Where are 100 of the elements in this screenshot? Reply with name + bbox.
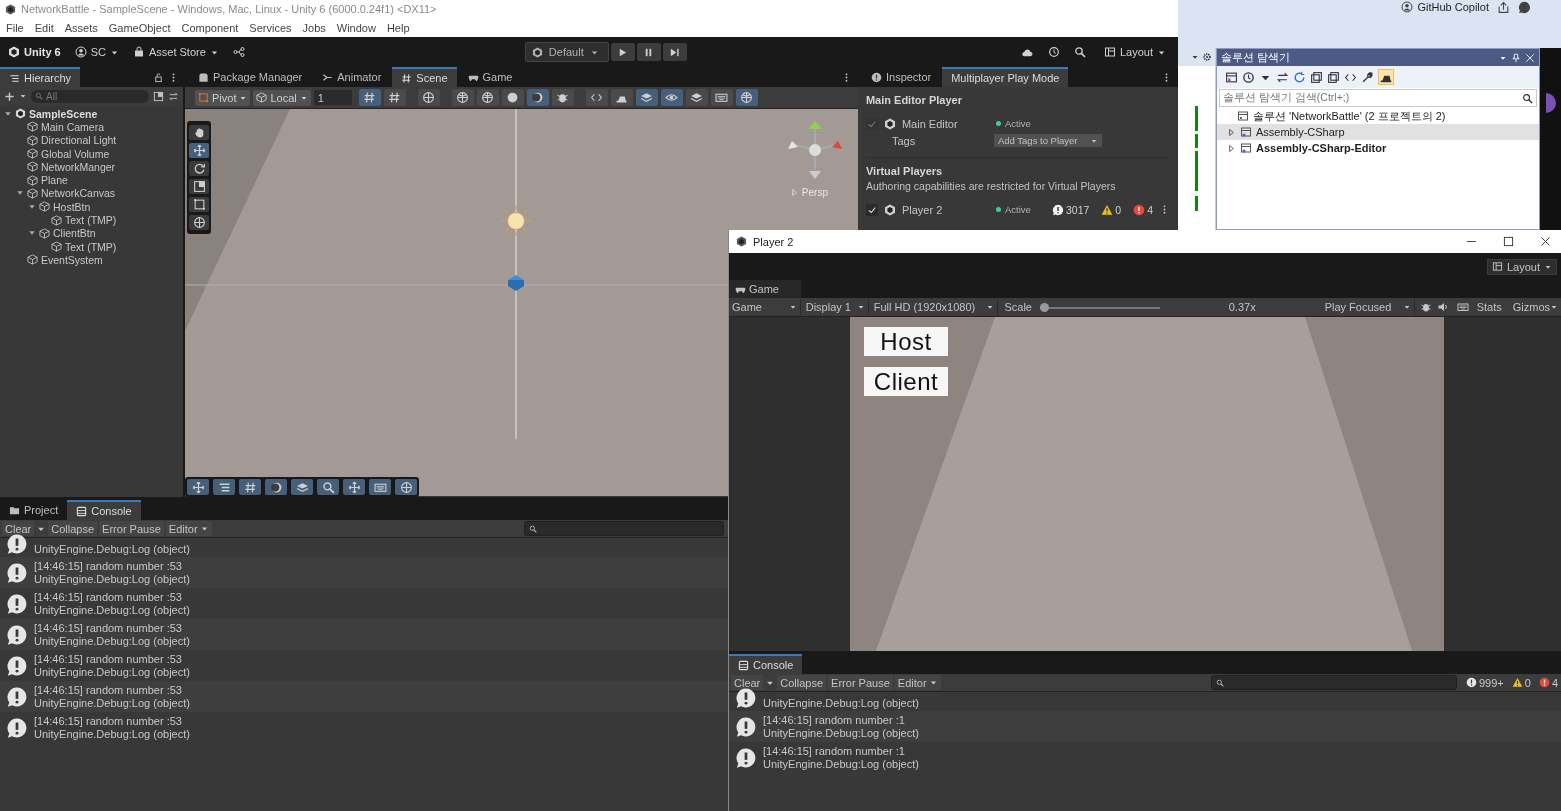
hierarchy-item[interactable]: Directional Light xyxy=(16,133,183,147)
search-field[interactable] xyxy=(523,521,724,536)
tab[interactable]: Project xyxy=(0,500,68,520)
move-icon[interactable] xyxy=(189,143,209,158)
asset-store-dropdown[interactable]: Asset Store xyxy=(132,46,219,58)
solution-icon[interactable] xyxy=(1225,70,1238,84)
search-field[interactable] xyxy=(1210,675,1457,690)
tab[interactable]: Game xyxy=(729,280,801,298)
history-icon[interactable] xyxy=(1047,46,1060,58)
search-icon[interactable] xyxy=(1073,46,1086,58)
log-entry[interactable]: [14:46:15] random number :53 UnityEngine.Debug:Log (object) xyxy=(0,712,728,743)
pin-icon[interactable] xyxy=(1511,52,1521,63)
log-entry[interactable]: [14:46:15] random number :53 UnityEngine.Debug:Log (object) xyxy=(0,557,728,588)
tab[interactable]: Package Manager xyxy=(189,67,312,87)
account-dropdown[interactable]: SC xyxy=(74,46,119,58)
search-field[interactable]: 솔루션 탐색기 검색(Ctrl+;) xyxy=(1219,89,1537,107)
gizmos-dropdown[interactable]: Gizmos xyxy=(1509,299,1561,315)
hierarchy-item[interactable]: Text (TMP) xyxy=(40,239,183,254)
scale-icon[interactable] xyxy=(189,179,209,194)
bug-icon[interactable] xyxy=(551,89,574,106)
search-icon[interactable] xyxy=(317,479,339,495)
log-count[interactable]: 999+ xyxy=(1462,676,1507,689)
hierarchy-item[interactable]: Plane xyxy=(16,173,183,187)
log-entry[interactable]: [14:46:15] random number :53 UnityEngine.Debug:Log (object) xyxy=(0,650,728,681)
view-dropdown[interactable]: Game xyxy=(729,299,801,315)
toolbar-button[interactable]: Error Pause xyxy=(99,521,164,536)
log-entry[interactable]: [14:46:15] random number :1 UnityEngine.Debug:Log (object) xyxy=(729,711,1561,742)
slider-thumb[interactable] xyxy=(1040,302,1049,312)
maximize-icon[interactable] xyxy=(1503,236,1514,247)
hierarchy-item[interactable]: Text (TMP) xyxy=(40,213,183,227)
hierarchy-item[interactable]: SampleScene xyxy=(4,107,183,121)
log-entry[interactable]: UnityEngine.Debug:Log (object) xyxy=(729,692,1561,711)
tab[interactable]: Animator xyxy=(313,67,391,87)
stats-button[interactable]: Stats xyxy=(1476,301,1502,313)
hierarchy-item[interactable]: ClientBtn xyxy=(28,226,183,240)
layers-icon[interactable] xyxy=(685,89,708,106)
menu-item[interactable]: Component xyxy=(181,21,239,34)
game-button[interactable]: Client xyxy=(864,367,948,396)
copilot-button[interactable]: GitHub Copilot xyxy=(1401,1,1489,13)
tab[interactable]: Console xyxy=(67,500,141,520)
snap-icon[interactable] xyxy=(239,479,261,495)
sort-icon[interactable] xyxy=(168,90,179,102)
bug-icon[interactable] xyxy=(1419,301,1432,313)
gizmo-icon[interactable] xyxy=(395,479,417,495)
warning-count[interactable]: 0 xyxy=(1508,676,1534,689)
move-icon[interactable] xyxy=(187,479,209,495)
graph-icon[interactable] xyxy=(232,46,245,58)
expanded-arrow-icon[interactable] xyxy=(4,109,12,118)
speaker-icon[interactable] xyxy=(1436,301,1449,313)
layout-dropdown[interactable]: Layout xyxy=(1099,46,1170,58)
hierarchy-item[interactable]: HostBtn xyxy=(28,200,183,214)
hierarchy-item[interactable]: Main Camera xyxy=(16,120,183,134)
display-dropdown[interactable]: Display 1 xyxy=(802,299,869,315)
globe-icon[interactable] xyxy=(451,89,474,106)
log-entry[interactable]: [14:46:15] random number :53 UnityEngine.Debug:Log (object) xyxy=(0,588,728,619)
grid-snap-icon[interactable] xyxy=(358,89,381,106)
history-icon[interactable] xyxy=(1242,70,1255,84)
tab[interactable]: Scene xyxy=(392,67,457,87)
refresh-icon[interactable] xyxy=(1293,70,1306,84)
tree-item[interactable]: 솔루션 'NetworkBattle' (2 프로젝트의 2) xyxy=(1217,108,1539,124)
gizmo-icon[interactable] xyxy=(735,89,758,106)
hierarchy-item[interactable]: NetworkManger xyxy=(16,160,183,174)
swap-icon[interactable] xyxy=(1276,70,1289,84)
pivot-dropdown[interactable]: Pivot xyxy=(195,89,251,106)
log-entry[interactable]: [14:46:15] random number :1 UnityEngine.Debug:Log (object) xyxy=(729,742,1561,773)
hierarchy-item[interactable]: Global Volume xyxy=(16,146,183,161)
tab[interactable]: Game xyxy=(458,67,522,87)
tab[interactable]: Multiplayer Play Mode xyxy=(942,67,1069,87)
space-dropdown[interactable]: Local xyxy=(253,89,311,106)
toolbar-button[interactable]: Clear xyxy=(2,521,35,536)
toolbar-button[interactable]: Editor xyxy=(894,675,941,690)
transform-icon[interactable] xyxy=(189,215,209,230)
toolbar-button[interactable]: Error Pause xyxy=(828,675,893,690)
menu-item[interactable]: Window xyxy=(336,21,376,34)
move-icon[interactable] xyxy=(343,479,365,495)
tree-item[interactable]: Assembly-CSharp-Editor xyxy=(1217,140,1539,156)
play-mode-dropdown[interactable]: Default xyxy=(524,42,609,62)
menu-item[interactable]: Services xyxy=(249,21,292,34)
moon-icon[interactable] xyxy=(526,89,549,106)
toolbar-button[interactable]: Collapse xyxy=(777,675,827,690)
toolbar-button[interactable]: Clear xyxy=(731,675,764,690)
log-entry[interactable]: UnityEngine.Debug:Log (object) xyxy=(0,538,728,557)
toolbar-button[interactable]: Editor xyxy=(165,521,212,536)
expanded-arrow-icon[interactable] xyxy=(28,202,36,211)
hierarchy-item[interactable]: EventSystem xyxy=(16,253,183,267)
toolbar-button[interactable]: Collapse xyxy=(48,521,98,536)
wrench-icon[interactable] xyxy=(1361,70,1374,84)
eye-icon[interactable] xyxy=(660,89,683,106)
keyboard-icon[interactable] xyxy=(1456,301,1469,313)
tab[interactable]: Console xyxy=(729,654,803,674)
gear-icon[interactable] xyxy=(1202,52,1212,62)
log-entry[interactable]: [14:46:15] random number :53 UnityEngine.Debug:Log (object) xyxy=(0,681,728,712)
lock-icon[interactable] xyxy=(153,71,164,83)
plus-icon[interactable] xyxy=(4,90,15,102)
rect-icon[interactable] xyxy=(189,197,209,212)
hierarchy-item[interactable]: NetworkCanvas xyxy=(16,186,183,201)
menu-item[interactable]: Assets xyxy=(64,21,98,34)
share-icon[interactable] xyxy=(1497,1,1510,14)
tree-item[interactable]: Assembly-CSharp xyxy=(1217,124,1539,140)
layout-dropdown[interactable]: Layout xyxy=(1486,258,1557,275)
